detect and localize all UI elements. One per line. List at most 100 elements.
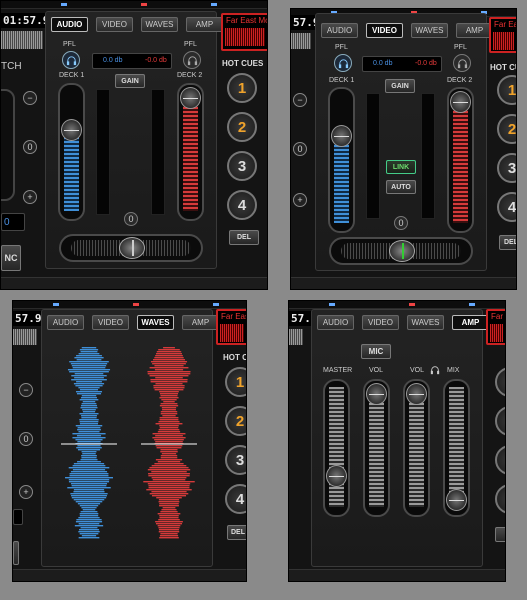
pitch-plus-button[interactable]: +: [23, 190, 37, 204]
tab-audio[interactable]: AUDIO: [51, 17, 88, 32]
tab-amp[interactable]: AMP: [456, 23, 493, 38]
mic-button[interactable]: MIC: [361, 344, 391, 359]
crossfader-knob[interactable]: [119, 237, 145, 259]
hot-cue-4[interactable]: 4: [225, 484, 246, 514]
pfl-left-button[interactable]: [334, 54, 352, 72]
crossfader[interactable]: [59, 234, 203, 262]
pitch-reset-button[interactable]: 0: [19, 432, 33, 446]
link-button[interactable]: LINK: [386, 160, 416, 174]
tab-video[interactable]: VIDEO: [366, 23, 403, 38]
deck-1-volume-fader[interactable]: [58, 83, 85, 221]
hot-cue-4[interactable]: 4: [497, 192, 516, 222]
crossfader-reset-button[interactable]: 0: [124, 212, 138, 226]
pitch-plus-button[interactable]: +: [19, 485, 33, 499]
fader-knob[interactable]: [366, 383, 387, 405]
hot-cue-2[interactable]: 2: [225, 406, 246, 436]
vu-meter-right: [151, 89, 165, 215]
gain-button[interactable]: GAIN: [385, 79, 415, 93]
fader-knob[interactable]: [446, 489, 467, 511]
pfl-right-button[interactable]: [183, 51, 201, 69]
tab-video[interactable]: VIDEO: [92, 315, 129, 330]
hot-cues-label: HOT CUES: [222, 59, 264, 68]
tab-amp[interactable]: AMP: [182, 315, 219, 330]
hot-cue-1[interactable]: 1: [227, 73, 257, 103]
headphones-icon: [457, 58, 467, 68]
pitch-reset-button[interactable]: 0: [293, 142, 307, 156]
tab-bar: AUDIO VIDEO WAVES AMP: [51, 17, 223, 32]
gain-button[interactable]: GAIN: [115, 74, 145, 88]
bottom-strip: [291, 277, 516, 289]
fader-knob[interactable]: [331, 125, 352, 147]
pitch-minus-button[interactable]: −: [23, 91, 37, 105]
headphones-icon: [338, 58, 348, 68]
fader-knob[interactable]: [180, 87, 201, 109]
sync-button[interactable]: [13, 541, 19, 565]
track-overview[interactable]: Far East: [486, 309, 505, 345]
tab-waves[interactable]: WAVES: [411, 23, 448, 38]
db-readout: 0.0 db -0.0 db: [92, 53, 172, 69]
tab-waves[interactable]: WAVES: [141, 17, 178, 32]
hot-cue-1[interactable]: 1: [497, 75, 516, 105]
tab-audio[interactable]: AUDIO: [47, 315, 84, 330]
crossfader[interactable]: [329, 237, 473, 265]
track-overview[interactable]: Far East: [216, 309, 246, 345]
pfl-left-button[interactable]: [62, 51, 80, 69]
tab-video[interactable]: VIDEO: [362, 315, 399, 330]
hot-cue-3[interactable]: 3: [225, 445, 246, 475]
vu-meter-left: [366, 93, 380, 219]
auto-button[interactable]: AUTO: [386, 180, 416, 194]
tab-video[interactable]: VIDEO: [96, 17, 133, 32]
tab-audio[interactable]: AUDIO: [317, 315, 354, 330]
deck-1-volume-fader[interactable]: [328, 87, 355, 233]
pitch-minus-button[interactable]: −: [19, 383, 33, 397]
vol-2-label: VOL: [410, 367, 425, 374]
tab-waves[interactable]: WAVES: [137, 315, 174, 330]
vol-2-fader[interactable]: [403, 379, 430, 517]
deck-2-volume-fader[interactable]: [177, 83, 204, 221]
fader-knob[interactable]: [406, 383, 427, 405]
delete-cue-button[interactable]: DEL: [499, 235, 516, 250]
crossfader-knob[interactable]: [389, 240, 415, 262]
tab-amp[interactable]: AMP: [452, 315, 489, 330]
fader-knob[interactable]: [61, 119, 82, 141]
vol-1-fader[interactable]: [363, 379, 390, 517]
pitch-reset-button[interactable]: 0: [23, 140, 37, 154]
delete-cue-button[interactable]: DEL: [229, 230, 259, 245]
hot-cue-1[interactable]: 1: [225, 367, 246, 397]
fader-knob[interactable]: [450, 91, 471, 113]
deck-1-label: DECK 1: [59, 72, 85, 79]
tab-waves[interactable]: WAVES: [407, 315, 444, 330]
crossfader-reset-button[interactable]: 0: [394, 216, 408, 230]
delete-cue-button[interactable]: DEL: [227, 525, 246, 540]
pitch-minus-button[interactable]: −: [293, 93, 307, 107]
pfl-right-button[interactable]: [453, 54, 471, 72]
headphones-icon: [430, 366, 440, 375]
track-overview[interactable]: Far East: [489, 17, 516, 53]
track-overview[interactable]: Far East Movement: [221, 13, 267, 51]
hot-cue-2[interactable]: [495, 406, 505, 436]
master-volume-fader[interactable]: [323, 379, 350, 517]
mix-fader[interactable]: [443, 379, 470, 517]
mini-waveform: [291, 33, 311, 49]
pitch-slider[interactable]: [1, 89, 15, 201]
hot-cue-2[interactable]: 2: [497, 114, 516, 144]
deck-2-volume-fader[interactable]: [447, 87, 474, 233]
hot-cue-4[interactable]: 4: [227, 190, 257, 220]
pitch-plus-button[interactable]: +: [293, 193, 307, 207]
tab-amp[interactable]: AMP: [186, 17, 223, 32]
hot-cue-2[interactable]: 2: [227, 112, 257, 142]
delete-cue-button[interactable]: [495, 527, 505, 542]
sync-button[interactable]: NC: [1, 245, 21, 271]
hot-cue-3[interactable]: 3: [497, 153, 516, 183]
tab-bar: AUDIO VIDEO WAVES AMP: [321, 23, 493, 38]
waves-panel: 57.9 − 0 + AUDIO VIDEO WAVES AMP Far Eas…: [12, 300, 247, 582]
mini-waveform: [289, 329, 303, 345]
hot-cue-3[interactable]: [495, 445, 505, 475]
hot-cue-1[interactable]: [495, 367, 505, 397]
hot-cue-3[interactable]: 3: [227, 151, 257, 181]
vu-meter-left: [96, 89, 110, 215]
deck-1-vertical-waveform: [61, 347, 117, 539]
tab-audio[interactable]: AUDIO: [321, 23, 358, 38]
fader-knob[interactable]: [326, 465, 347, 487]
hot-cue-4[interactable]: [495, 484, 505, 514]
